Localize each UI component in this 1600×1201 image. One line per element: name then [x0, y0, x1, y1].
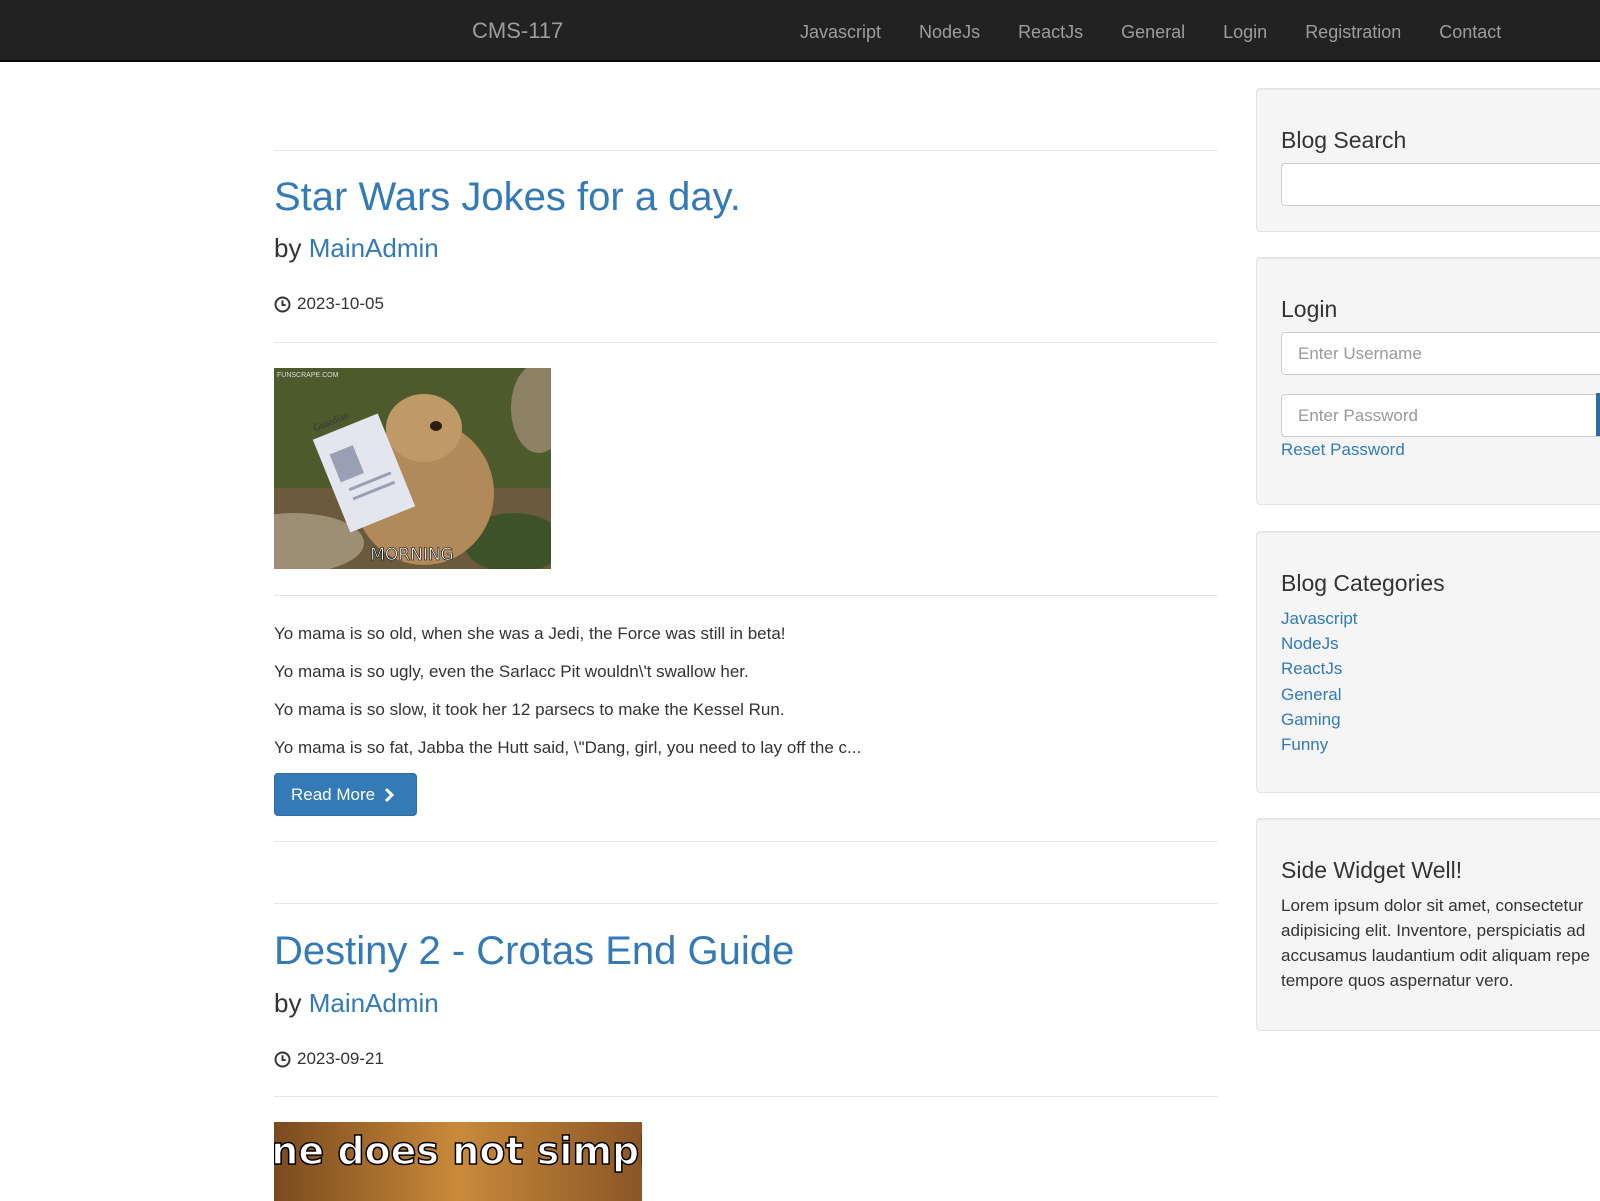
divider — [274, 1096, 1218, 1097]
blog-search-title: Blog Search — [1281, 127, 1407, 153]
category-link-javascript[interactable]: Javascript — [1281, 609, 1358, 628]
image-caption: MORNING — [370, 545, 453, 565]
nav-link-login[interactable]: Login — [1223, 21, 1267, 43]
list-item: Funny — [1281, 732, 1358, 757]
side-widget-text: Lorem ipsum dolor sit amet, consectetur … — [1281, 893, 1600, 993]
blog-categories-well: Blog Categories Javascript NodeJs ReactJ… — [1256, 531, 1600, 793]
side-widget-well: Side Widget Well! Lorem ipsum dolor sit … — [1256, 818, 1600, 1031]
excerpt-line: Yo mama is so old, when she was a Jedi, … — [274, 624, 786, 643]
date-text: 2023-09-21 — [297, 1049, 384, 1068]
list-item: General — [1281, 682, 1358, 707]
divider — [274, 595, 1218, 596]
side-widget-line: adipisicing elit. Inventore, perspiciati… — [1281, 921, 1586, 940]
nav-link-nodejs[interactable]: NodeJs — [919, 21, 980, 43]
login-title: Login — [1281, 296, 1338, 322]
side-widget-line: tempore quos aspernatur vero. — [1281, 971, 1514, 990]
blog-search-well: Blog Search — [1256, 88, 1600, 232]
post-date: 2023-09-21 — [274, 1049, 384, 1069]
excerpt-line: Yo mama is so ugly, even the Sarlacc Pit… — [274, 662, 749, 681]
nav-link-general[interactable]: General — [1121, 21, 1185, 43]
meme-image: One does not simply — [274, 1122, 642, 1201]
date-text: 2023-10-05 — [297, 294, 384, 313]
list-item: Javascript — [1281, 606, 1358, 631]
divider — [274, 150, 1218, 151]
nav-link-javascript[interactable]: Javascript — [800, 21, 881, 43]
list-item: Gaming — [1281, 707, 1358, 732]
excerpt-line: Yo mama is so slow, it took her 12 parse… — [274, 700, 785, 719]
side-widget-line: accusamus laudantium odit aliquam repe — [1281, 946, 1591, 965]
reset-password-link[interactable]: Reset Password — [1281, 440, 1405, 460]
post-image-groundhog[interactable]: Guardian FUNSCRAPE.COM MORNING — [274, 368, 551, 569]
blog-search-input[interactable] — [1281, 163, 1600, 206]
category-link-gaming[interactable]: Gaming — [1281, 710, 1341, 729]
nav-link-registration[interactable]: Registration — [1305, 21, 1401, 43]
author-link[interactable]: MainAdmin — [309, 233, 439, 263]
post-title-link[interactable]: Destiny 2 - Crotas End Guide — [274, 928, 794, 974]
post-title-link[interactable]: Star Wars Jokes for a day. — [274, 174, 741, 220]
read-more-button[interactable]: Read More — [274, 773, 417, 816]
login-well: Login Enter Username Enter Password Rese… — [1256, 257, 1600, 505]
meme-text: One does not simply — [274, 1129, 642, 1173]
groundhog-image: Guardian FUNSCRAPE.COM MORNING — [274, 368, 551, 569]
category-link-general[interactable]: General — [1281, 685, 1341, 704]
category-list: Javascript NodeJs ReactJs General Gaming… — [1281, 606, 1358, 757]
password-field[interactable]: Enter Password — [1281, 394, 1600, 437]
category-link-funny[interactable]: Funny — [1281, 735, 1328, 754]
post-excerpt: Yo mama is so old, when she was a Jedi, … — [274, 624, 1174, 776]
read-more-label: Read More — [291, 784, 376, 804]
category-link-reactjs[interactable]: ReactJs — [1281, 659, 1342, 678]
divider — [274, 841, 1218, 842]
nav-link-contact[interactable]: Contact — [1439, 21, 1501, 43]
blog-categories-title: Blog Categories — [1281, 570, 1445, 596]
post-image-meme[interactable]: One does not simply — [274, 1122, 642, 1201]
top-navbar: CMS-117 Javascript NodeJs ReactJs Genera… — [0, 0, 1600, 62]
list-item: ReactJs — [1281, 656, 1358, 681]
author-link[interactable]: MainAdmin — [309, 988, 439, 1018]
side-widget-title: Side Widget Well! — [1281, 857, 1463, 883]
excerpt-line: Yo mama is so fat, Jabba the Hutt said, … — [274, 738, 862, 757]
nav-link-reactjs[interactable]: ReactJs — [1018, 21, 1083, 43]
clock-icon — [274, 296, 291, 312]
side-widget-line: Lorem ipsum dolor sit amet, consectetur — [1281, 896, 1584, 915]
byline-prefix: by — [274, 988, 302, 1018]
nav-links: Javascript NodeJs ReactJs General Login … — [800, 21, 1539, 43]
byline-prefix: by — [274, 233, 302, 263]
image-watermark: FUNSCRAPE.COM — [277, 372, 339, 379]
category-link-nodejs[interactable]: NodeJs — [1281, 634, 1339, 653]
divider — [274, 342, 1218, 343]
password-submit-edge[interactable] — [1596, 393, 1600, 436]
clock-icon — [274, 1051, 291, 1067]
brand-link[interactable]: CMS-117 — [472, 18, 563, 44]
username-field[interactable]: Enter Username — [1281, 332, 1600, 375]
list-item: NodeJs — [1281, 631, 1358, 656]
post-byline: by MainAdmin — [274, 233, 439, 263]
post-byline: by MainAdmin — [274, 988, 439, 1018]
post-date: 2023-10-05 — [274, 294, 384, 314]
chevron-right-icon — [385, 787, 395, 802]
divider — [274, 903, 1218, 904]
